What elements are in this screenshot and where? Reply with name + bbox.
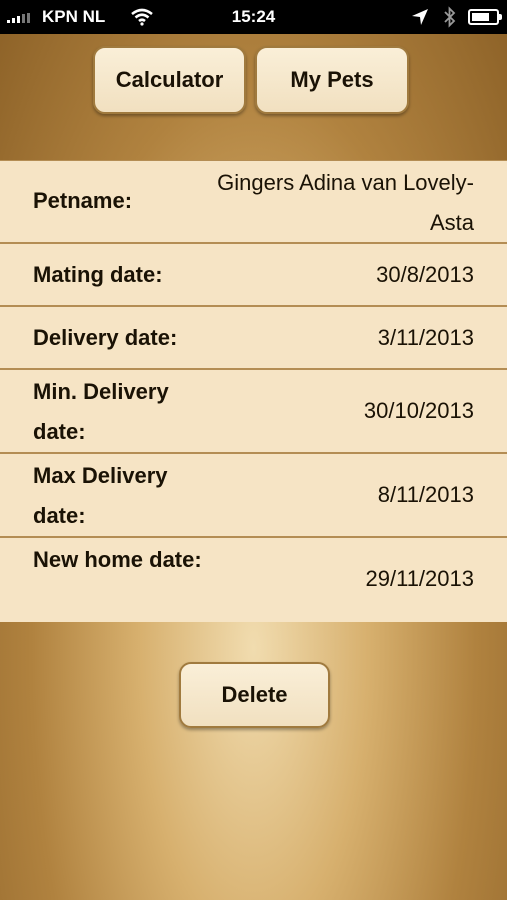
battery-level [472,13,489,21]
calculator-button[interactable]: Calculator [93,46,246,114]
status-bar: KPN NL 15:24 [0,0,507,34]
pet-details-table: Petname: Gingers Adina van Lovely-Asta M… [0,160,507,622]
new-home-date-label: New home date: [33,547,202,572]
battery-icon [468,9,502,25]
max-delivery-date-label: Max Delivery date: [33,463,168,528]
petname-label: Petname: [33,188,133,213]
delivery-date-row: Delivery date: 3/11/2013 [0,307,507,370]
new-home-date-value: 29/11/2013 [365,566,474,591]
mating-date-value: 30/8/2013 [376,262,474,287]
petname-value: Gingers Adina van Lovely-Asta [217,170,474,235]
max-delivery-date-value: 8/11/2013 [377,482,474,507]
new-home-date-row: New home date: 29/11/2013 [0,538,507,622]
max-delivery-date-row: Max Delivery date: 8/11/2013 [0,454,507,538]
min-delivery-date-row: Min. Delivery date: 30/10/2013 [0,370,507,454]
mating-date-row: Mating date: 30/8/2013 [0,244,507,307]
my-pets-button[interactable]: My Pets [255,46,409,114]
petname-row: Petname: Gingers Adina van Lovely-Asta [0,161,507,244]
location-icon [411,8,429,31]
mating-date-label: Mating date: [33,262,163,287]
min-delivery-date-label: Min. Delivery date: [33,379,169,444]
delivery-date-label: Delivery date: [33,325,178,350]
bluetooth-icon [443,6,457,33]
delivery-date-value: 3/11/2013 [377,325,474,350]
delete-button[interactable]: Delete [179,662,330,728]
clock: 15:24 [231,7,276,26]
min-delivery-date-value: 30/10/2013 [363,398,474,423]
